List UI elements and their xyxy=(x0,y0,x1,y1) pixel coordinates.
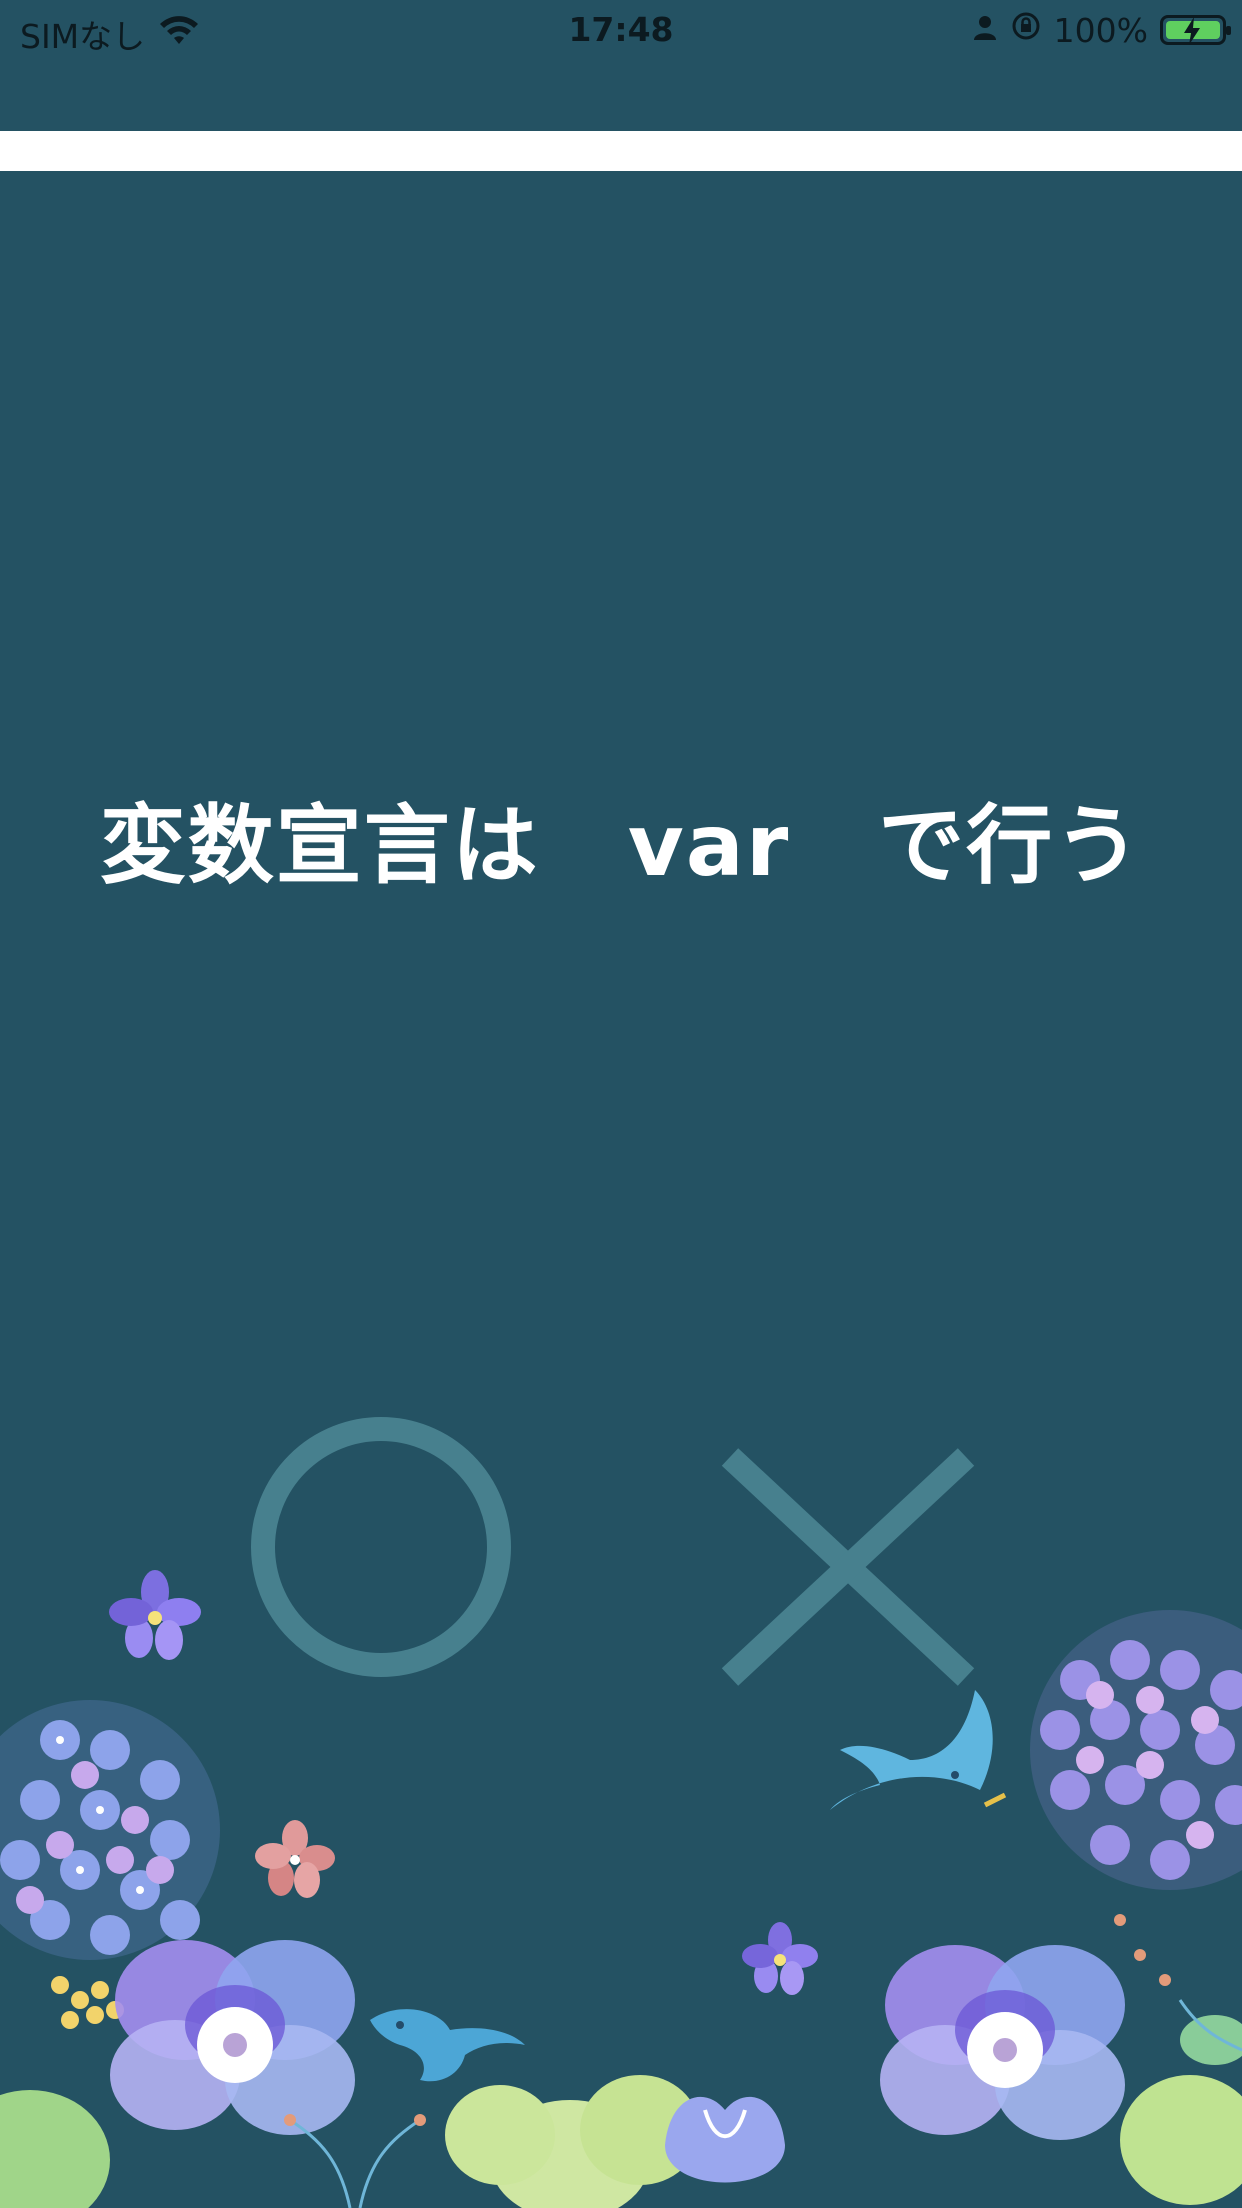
tulip-icon xyxy=(665,2096,785,2183)
hydrangea-right xyxy=(1030,1610,1242,1890)
watercolor-flower-icon xyxy=(110,1940,355,2135)
bird-icon xyxy=(370,2009,525,2082)
pink-flower-icon xyxy=(255,1820,335,1898)
floral-decoration xyxy=(0,1570,1242,2208)
watercolor-flower-icon xyxy=(880,1945,1125,2140)
question-text: 変数宣言は var で行う xyxy=(99,796,1143,896)
status-right: 100% xyxy=(972,10,1231,50)
yellow-berries xyxy=(51,1976,124,2029)
battery-icon xyxy=(1160,15,1231,45)
quiz-progress-bar xyxy=(0,131,1242,171)
bird-icon xyxy=(830,1690,1007,1810)
orientation-lock-icon xyxy=(1010,10,1042,50)
hydrangea-left xyxy=(0,1700,220,1960)
small-flower-icon xyxy=(109,1570,201,1660)
person-icon xyxy=(972,11,998,50)
status-bar: SIMなし 17:48 100% xyxy=(0,0,1242,62)
small-flower-icon xyxy=(742,1922,818,1995)
battery-percent: 100% xyxy=(1053,10,1148,50)
